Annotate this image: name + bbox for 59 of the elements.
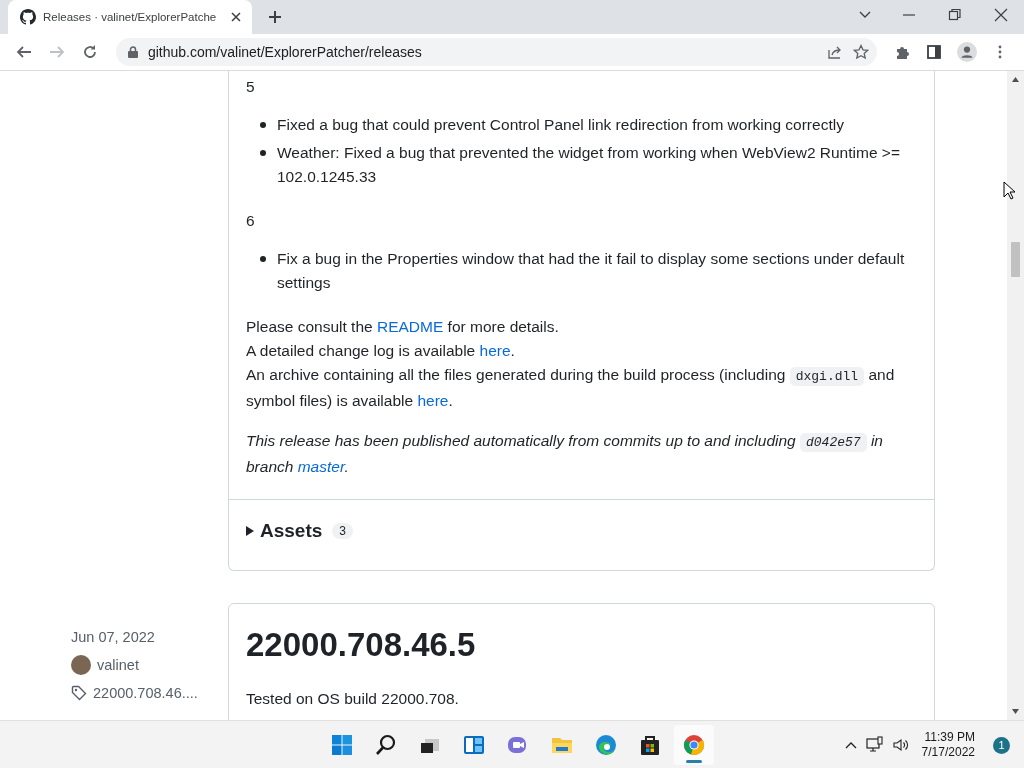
list-item: Fixed a bug that could prevent Control Panel link redirection from working correctly <box>277 115 844 135</box>
new-tab-icon[interactable] <box>267 10 282 24</box>
paragraph: An archive containing all the files generated during the build process (including dxgi.dll and symbol files) is available here. <box>246 365 896 411</box>
inline-code: dxgi.dll <box>789 367 865 386</box>
star-icon[interactable] <box>853 44 870 60</box>
mouse-pointer-icon <box>1003 181 1015 200</box>
paragraph: Please consult the README for more details. <box>246 317 560 337</box>
paragraph: A detailed change log is available here. <box>246 341 516 361</box>
release-description: Tested on OS build 22000.708. <box>246 690 460 708</box>
text-link[interactable]: README <box>377 318 444 335</box>
release-title: 22000.708.46.5 <box>246 625 477 665</box>
side-panel-icon[interactable] <box>926 44 943 60</box>
chrome-logo-icon <box>682 733 706 757</box>
text-link[interactable]: here <box>479 342 511 359</box>
widgets-icon <box>462 733 486 757</box>
section-number: 5 <box>246 77 256 97</box>
restore-icon[interactable] <box>948 8 962 22</box>
profile-icon[interactable] <box>957 42 978 62</box>
tab-title: Releases · valinet/ExplorerPatche <box>43 11 218 23</box>
clock[interactable]: 11:39 PM 7/17/2022 <box>921 730 975 760</box>
github-logo-icon <box>20 9 36 25</box>
author-link[interactable]: valinet <box>97 657 139 673</box>
avatar <box>71 655 91 675</box>
search-icon <box>374 733 398 757</box>
clock-time: 11:39 PM <box>924 730 975 745</box>
release-note: This release has been published automatically from commits up to and including d042e57 in branch master. <box>246 431 884 477</box>
inline-code: d042e57 <box>800 433 867 452</box>
list-item: Fix a bug in the Properties window that had the it fail to display some sections under default settings <box>277 249 906 293</box>
scrollbar-thumb[interactable] <box>1011 242 1020 277</box>
bullet-icon <box>260 150 266 156</box>
lock-icon <box>127 46 138 58</box>
network-icon[interactable] <box>865 736 884 754</box>
address-bar[interactable]: github.com/valinet/ExplorerPatcher/releases <box>115 38 878 66</box>
list-item: Weather: Fixed a bug that prevented the widget from working when WebView2 Runtime >= 102.0.1245.33 <box>277 143 901 187</box>
close-icon[interactable] <box>994 8 1008 22</box>
scroll-up-icon[interactable] <box>1012 77 1019 82</box>
text-link[interactable]: here <box>417 392 449 409</box>
clock-date: 7/17/2022 <box>921 745 975 760</box>
back-icon[interactable] <box>16 44 33 60</box>
tag-icon <box>71 685 87 701</box>
tag-link[interactable]: 22000.708.46.... <box>93 685 198 701</box>
assets-toggle[interactable]: Assets <box>246 520 323 542</box>
url-text: github.com/valinet/ExplorerPatcher/releases <box>147 44 423 60</box>
close-icon <box>231 12 241 22</box>
windows-logo-icon <box>330 733 354 757</box>
shopping-bag-icon <box>638 733 662 757</box>
bullet-icon <box>260 122 266 128</box>
volume-icon[interactable] <box>891 736 910 754</box>
browser-tab[interactable]: Releases · valinet/ExplorerPatche <box>8 0 252 34</box>
release-date: Jun 07, 2022 <box>71 629 156 645</box>
count-badge: 3 <box>332 523 353 539</box>
section-number: 6 <box>246 211 256 231</box>
reload-icon[interactable] <box>81 44 98 60</box>
scroll-down-icon[interactable] <box>1012 709 1019 714</box>
bullet-icon <box>260 256 266 262</box>
text-link[interactable]: master <box>297 458 345 475</box>
scrollbar[interactable] <box>1007 71 1024 720</box>
notification-badge[interactable]: 1 <box>993 736 1010 754</box>
edge-logo-icon <box>594 733 618 757</box>
